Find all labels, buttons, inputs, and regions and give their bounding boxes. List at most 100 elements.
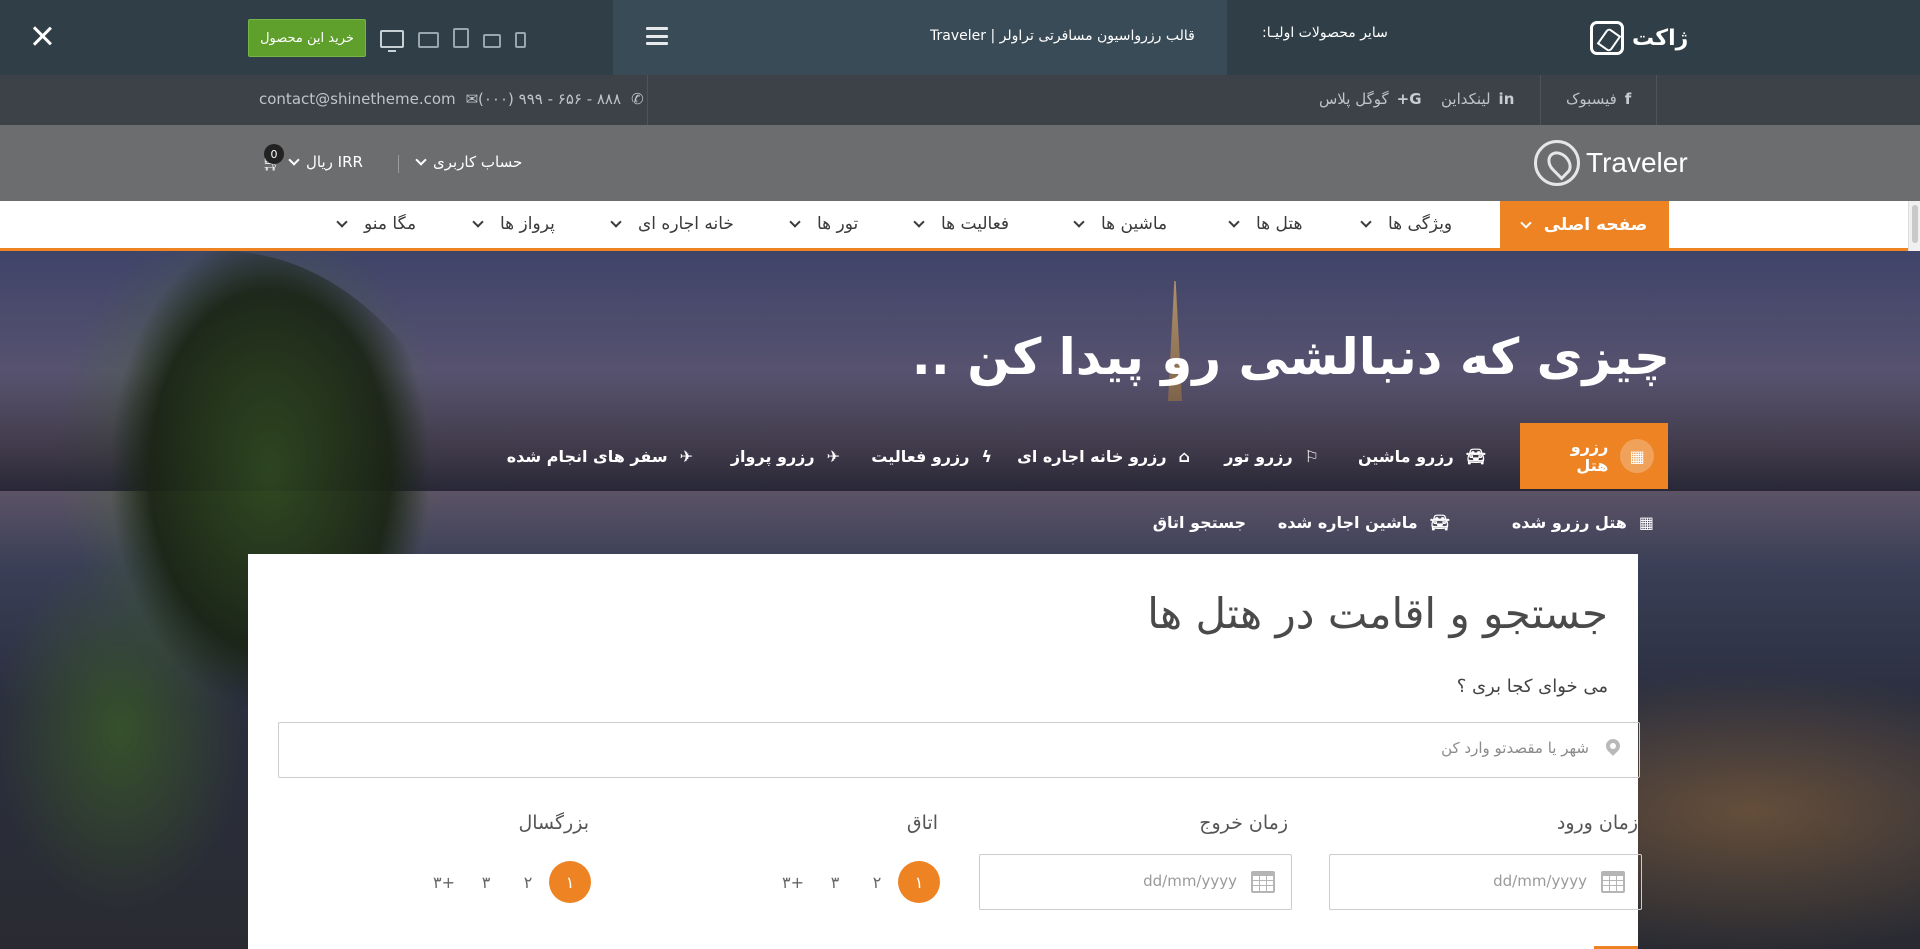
tablet-landscape-icon[interactable] [483,34,501,48]
adults-option[interactable]: ۲ [507,861,549,903]
rooms-option[interactable]: ۱ [898,861,940,903]
traveler-logo-text: Traveler [1586,147,1688,178]
facebook-link[interactable]: f فیسبوک [1566,90,1631,108]
zhaket-logo[interactable]: ژاکت [1590,18,1688,58]
tab-tour[interactable]: ⚐ رزرو تور [1224,423,1319,489]
nav-label: خانه اجاره ای [638,214,734,234]
divider [398,155,399,173]
email-address: contact@shinetheme.com [259,90,456,108]
tab-label: هتل رزرو شده [1511,512,1627,532]
nav-label: مگا منو [364,214,417,234]
tab-label: رزرو هتل [1570,437,1609,475]
nav-label: پرواز ها [500,214,555,234]
nav-label: فعالیت ها [941,214,1010,234]
tab-car[interactable]: 🚘︎ رزرو ماشین [1358,423,1486,489]
hotel-search-panel: جستجو و اقامت در هتل ها می خوای کجا بری … [248,554,1642,949]
nav-cars[interactable]: ماشین ها [1073,214,1168,234]
bolt-icon: ϟ [981,446,992,466]
tab-label: رزرو ماشین [1357,446,1454,466]
rooms-label: اتاق [906,812,938,834]
nav-label: ویژگی ها [1388,214,1453,234]
tab-label: رزرو پرواز [730,446,815,466]
account-dropdown[interactable]: حساب کاربری [415,153,522,171]
buy-product-button[interactable]: خرید این محصول [248,19,366,57]
laptop-icon[interactable] [418,32,439,48]
facebook-icon: f [1624,90,1632,108]
tab-label: رزرو تور [1224,446,1293,466]
linkedin-link[interactable]: in لینکداین [1441,90,1514,108]
rooms-option[interactable]: ۲ [856,861,898,903]
checkin-date-field[interactable]: dd/mm/yyyy [1329,854,1642,910]
nav-flights[interactable]: پرواز ها [472,214,555,234]
desktop-icon[interactable] [380,30,404,52]
tab-rented-car[interactable]: 🚘︎ ماشین اجاره شده [1278,501,1450,543]
tab-hotel[interactable]: ▦ رزرو هتل [1520,423,1668,489]
date-placeholder: dd/mm/yyyy [1143,872,1237,890]
divider [647,75,648,125]
nav-tours[interactable]: تور ها [789,214,859,234]
nav-scrollbar[interactable] [1908,201,1920,251]
tab-label: ماشین اجاره شده [1277,512,1418,532]
phone-contact[interactable]: (۰۰۰) ۹۹۹ - ۶۵۶ - ۸۸۸ ✆ [478,90,644,108]
googleplus-link[interactable]: G+ گوگل پلاس [1319,90,1422,108]
tab-flight[interactable]: ✈ رزرو پرواز [731,423,840,489]
nav-rentals[interactable]: خانه اجاره ای [610,214,734,234]
tab-label: رزرو فعالیت [871,446,970,466]
nav-activities[interactable]: فعالیت ها [913,214,1010,234]
nav-hotels[interactable]: هتل ها [1228,214,1303,234]
tab-label: رزرو خانه اجاره ای [1017,446,1167,466]
destination-placeholder: شهر یا مقصدتو وارد کن [1441,739,1589,757]
googleplus-label: گوگل پلاس [1319,90,1389,108]
chevron-down-icon [1360,215,1372,228]
hero-title: چیزی که دنبالشی رو پیدا کن .. [911,328,1670,386]
linkedin-icon: in [1498,90,1515,108]
divider [1540,75,1541,125]
nav-mega-menu[interactable]: مگا منو [336,214,417,234]
calendar-icon [1251,871,1275,893]
tab-activity[interactable]: ϟ رزرو فعالیت [871,423,992,489]
zhaket-logo-icon [1590,21,1624,55]
tab-label: سفر های انجام شده [506,446,668,466]
chevron-down-icon [610,215,622,228]
car-icon: 🚘︎ [1429,512,1450,532]
nav-home-label: صفحه اصلی [1543,215,1648,235]
mobile-icon[interactable] [515,32,526,48]
chevron-down-icon [789,215,801,228]
phone-icon: ✆ [631,90,644,108]
hamburger-menu-icon[interactable] [646,27,668,45]
adults-selector: ۱ ۲ ۳ +۳ [423,861,591,903]
currency-label: IRR ریال [306,153,363,171]
adults-option[interactable]: ۳ [465,861,507,903]
traveler-logo[interactable]: Traveler [1534,140,1688,186]
tab-room-search[interactable]: جستجو اتاق [1153,501,1246,543]
nav-label: تور ها [817,214,859,234]
email-contact[interactable]: contact@shinetheme.com ✉ [259,90,478,108]
adults-option[interactable]: +۳ [423,861,465,903]
tablet-icon[interactable] [453,28,469,48]
tab-completed-trips[interactable]: ✈ سفر های انجام شده [507,423,693,489]
traveler-logo-icon [1534,140,1580,186]
tab-booked-hotel[interactable]: ▦ هتل رزرو شده [1512,501,1654,543]
date-placeholder: dd/mm/yyyy [1493,872,1587,890]
search-panel-title: جستجو و اقامت در هتل ها [1147,589,1608,638]
chevron-down-icon [1073,215,1085,228]
chevron-down-icon [415,153,427,166]
tab-rental[interactable]: ⌂ رزرو خانه اجاره ای [1017,423,1190,489]
googleplus-icon: G+ [1396,90,1422,108]
chevron-down-icon [1520,216,1532,229]
nav-home[interactable]: صفحه اصلی [1500,201,1669,249]
search-tabs-secondary: ▦ هتل رزرو شده 🚘︎ ماشین اجاره شده جستجو … [430,501,1668,543]
nav-features[interactable]: ویژگی ها [1360,214,1453,234]
adults-option[interactable]: ۱ [549,861,591,903]
other-products-link[interactable]: سایر محصولات اولیـا: [1262,25,1388,41]
checkout-date-field[interactable]: dd/mm/yyyy [979,854,1292,910]
rooms-option[interactable]: +۳ [772,861,814,903]
close-icon[interactable] [28,22,56,50]
nav-label: ماشین ها [1101,214,1168,234]
destination-input[interactable]: شهر یا مقصدتو وارد کن [278,722,1640,778]
rooms-option[interactable]: ۳ [814,861,856,903]
flag-icon: ⚐ [1304,446,1319,466]
currency-dropdown[interactable]: IRR ریال [288,153,363,171]
divider [1656,75,1657,125]
device-switcher [380,26,526,52]
